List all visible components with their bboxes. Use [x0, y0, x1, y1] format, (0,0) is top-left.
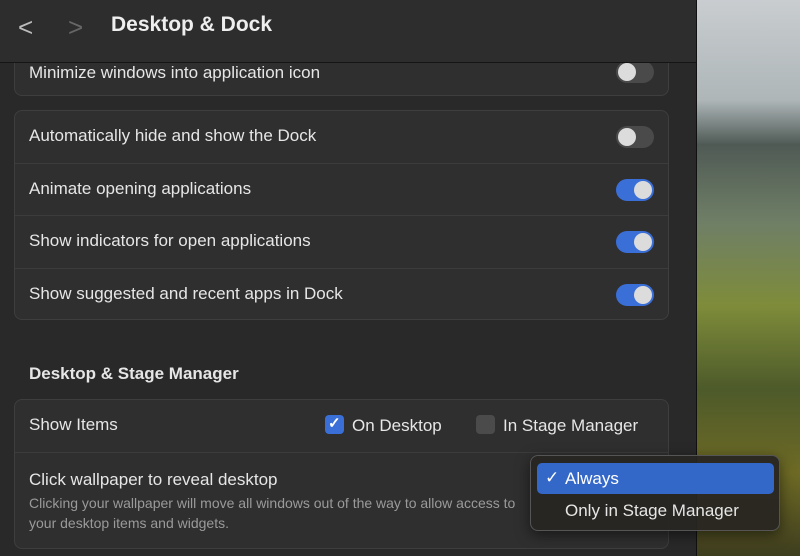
setting-row: Show suggested and recent apps in Dock [15, 269, 668, 322]
section-heading: Desktop & Stage Manager [29, 364, 239, 383]
autohide-toggle[interactable] [616, 126, 654, 148]
setting-row: Animate opening applications [15, 164, 668, 216]
setting-label: Show suggested and recent apps in Dock [29, 283, 343, 303]
in-stage-manager-label: In Stage Manager [503, 416, 639, 435]
show-items-label: Show Items [29, 415, 118, 434]
click-wallpaper-description: Clicking your wallpaper will move all wi… [29, 494, 516, 531]
setting-label: Show indicators for open applications [29, 231, 311, 250]
setting-row: Automatically hide and show the Dock [15, 111, 668, 164]
menu-item-label: Only in Stage Manager [565, 501, 739, 520]
dock-group: Automatically hide and show the Dock Ani… [14, 110, 669, 320]
setting-label: Automatically hide and show the Dock [29, 126, 317, 145]
minimize-toggle[interactable] [616, 61, 654, 83]
menu-item-only-in-stage-manager[interactable]: Only in Stage Manager [537, 495, 774, 526]
on-desktop-checkbox[interactable] [325, 414, 344, 434]
suggested-apps-toggle[interactable] [616, 283, 654, 306]
click-wallpaper-label: Click wallpaper to reveal desktop [29, 469, 278, 489]
back-button[interactable]: < [18, 12, 33, 43]
page-title: Desktop & Dock [111, 13, 273, 36]
setting-label: Minimize windows into application icon [29, 63, 321, 82]
on-desktop-option[interactable]: On Desktop [325, 414, 442, 436]
in-stage-manager-option[interactable]: In Stage Manager [476, 415, 638, 436]
toolbar: < > Desktop & Dock [0, 0, 696, 63]
in-stage-manager-checkbox[interactable] [476, 415, 495, 434]
setting-label: Animate opening applications [29, 178, 252, 198]
menu-item-label: Always [565, 469, 619, 488]
setting-row: Show indicators for open applications [15, 216, 668, 269]
show-items-row: Show Items On Desktop In Stage Manager [15, 400, 668, 453]
click-wallpaper-dropdown-menu: ✓ Always Only in Stage Manager [530, 455, 780, 531]
indicators-toggle[interactable] [616, 231, 654, 253]
forward-button[interactable]: > [68, 12, 83, 43]
menu-item-always[interactable]: ✓ Always [537, 463, 774, 494]
checkmark-icon: ✓ [545, 468, 560, 487]
animate-toggle[interactable] [616, 178, 654, 201]
on-desktop-label: On Desktop [352, 416, 442, 435]
